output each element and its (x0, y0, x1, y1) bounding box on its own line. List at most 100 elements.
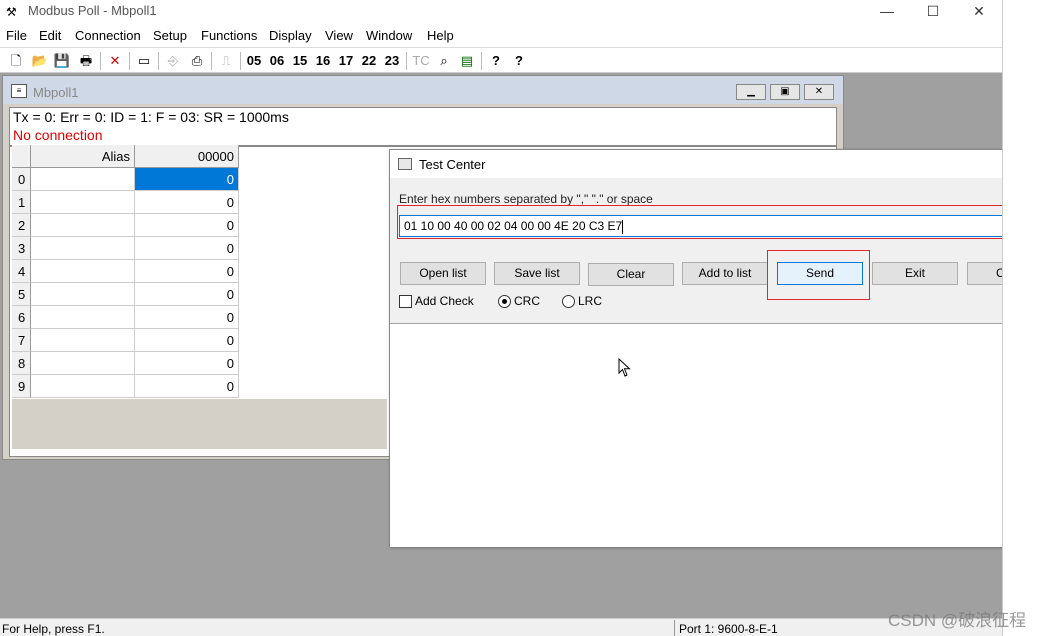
value-cell[interactable]: 0 (135, 329, 239, 352)
alias-column-header[interactable]: Alias (31, 145, 135, 168)
row-index: 1 (12, 191, 31, 214)
open-folder-icon[interactable]: 📂 (30, 51, 50, 71)
value-cell[interactable]: 0 (135, 237, 239, 260)
watermark-text: CSDN @破浪征程 (888, 611, 1027, 630)
child-restore-button[interactable]: ▣ (770, 84, 800, 100)
alias-cell[interactable] (31, 329, 135, 352)
menu-display[interactable]: Display (269, 28, 312, 43)
fc-05-button[interactable]: 05 (244, 51, 264, 71)
table-row[interactable]: 5 0 (12, 283, 239, 306)
window-title: Modbus Poll - Mbpoll1 (28, 3, 157, 18)
menu-functions[interactable]: Functions (201, 28, 257, 43)
dialog-title-bar: Test Center ✕ (390, 150, 1052, 178)
toolbar-separator (240, 52, 241, 70)
maximize-button[interactable]: ☐ (910, 0, 956, 24)
table-row[interactable]: 4 0 (12, 260, 239, 283)
menu-view[interactable]: View (325, 28, 353, 43)
hex-prompt-label: Enter hex numbers separated by "," "." o… (399, 192, 653, 206)
fc-16-button[interactable]: 16 (313, 51, 333, 71)
fc-15-button[interactable]: 15 (290, 51, 310, 71)
help-icon[interactable]: ? (486, 51, 506, 71)
row-index: 0 (12, 168, 31, 191)
value-cell[interactable]: 0 (135, 168, 239, 191)
add-to-list-button[interactable]: Add to list (682, 262, 768, 285)
save-disk-icon[interactable]: 💾 (52, 51, 72, 71)
toolbar-separator (211, 52, 212, 70)
address-column-header[interactable]: 00000 (135, 145, 239, 168)
menu-window[interactable]: Window (366, 28, 412, 43)
alias-cell[interactable] (31, 352, 135, 375)
table-row[interactable]: 9 0 (12, 375, 239, 398)
child-minimize-button[interactable]: ▁ (736, 84, 766, 100)
row-index: 9 (12, 375, 31, 398)
fc-23-button[interactable]: 23 (382, 51, 402, 71)
fc-06-button[interactable]: 06 (267, 51, 287, 71)
new-file-icon[interactable]: 🗋 (6, 51, 26, 71)
menu-edit[interactable]: Edit (39, 28, 61, 43)
value-cell[interactable]: 0 (135, 191, 239, 214)
whats-this-icon[interactable]: ? (509, 51, 529, 71)
value-cell[interactable]: 0 (135, 283, 239, 306)
hex-input-combo[interactable]: 01 10 00 40 00 02 04 00 00 4E 20 C3 E7 (399, 215, 1051, 237)
value-cell[interactable]: 0 (135, 260, 239, 283)
value-cell[interactable]: 0 (135, 375, 239, 398)
value-cell[interactable]: 0 (135, 306, 239, 329)
traffic-monitor-icon[interactable]: ⌕ (434, 51, 454, 71)
menu-help[interactable]: Help (427, 28, 454, 43)
row-index: 6 (12, 306, 31, 329)
menu-file[interactable]: File (6, 28, 27, 43)
table-row[interactable]: 7 0 (12, 329, 239, 352)
read-write-icon[interactable]: ⎙ (187, 51, 207, 71)
radio-button[interactable] (562, 295, 575, 308)
table-row[interactable]: 8 0 (12, 352, 239, 375)
table-row[interactable]: 6 0 (12, 306, 239, 329)
fc-17-button[interactable]: 17 (336, 51, 356, 71)
connect-icon[interactable]: ⎆ (163, 51, 183, 71)
table-row[interactable]: 3 0 (12, 237, 239, 260)
delete-x-icon[interactable]: ✕ (105, 51, 125, 71)
alias-cell[interactable] (31, 260, 135, 283)
hex-input-value: 01 10 00 40 00 02 04 00 00 4E 20 C3 E7 (404, 219, 623, 233)
menu-bar: File Edit Connection Setup Functions Dis… (0, 26, 1002, 46)
text-caret (622, 219, 624, 234)
child-title: Mbpoll1 (33, 85, 79, 100)
alias-cell[interactable] (31, 168, 135, 191)
child-close-button[interactable]: ✕ (804, 84, 834, 100)
alias-cell[interactable] (31, 306, 135, 329)
value-cell[interactable]: 0 (135, 214, 239, 237)
table-row[interactable]: 2 0 (12, 214, 239, 237)
row-index: 5 (12, 283, 31, 306)
close-button[interactable]: ✕ (956, 0, 1002, 24)
help-hint: For Help, press F1. (2, 622, 105, 636)
window-icon[interactable]: ▭ (134, 51, 154, 71)
alias-cell[interactable] (31, 214, 135, 237)
radio-button[interactable] (498, 295, 511, 308)
save-list-button[interactable]: Save list (494, 262, 580, 285)
alias-cell[interactable] (31, 375, 135, 398)
grid-empty-area (12, 399, 387, 449)
exit-button[interactable]: Exit (872, 262, 958, 285)
table-row[interactable]: 0 0 (12, 168, 239, 191)
value-cell[interactable]: 0 (135, 352, 239, 375)
menu-setup[interactable]: Setup (153, 28, 187, 43)
chart-icon[interactable]: ▤ (457, 51, 477, 71)
row-index: 4 (12, 260, 31, 283)
test-center-button[interactable]: TC (411, 51, 431, 71)
alias-cell[interactable] (31, 237, 135, 260)
fc-22-button[interactable]: 22 (359, 51, 379, 71)
alias-cell[interactable] (31, 191, 135, 214)
child-title-bar: ≡ Mbpoll1 ▁ ▣ ✕ (3, 76, 843, 104)
row-index: 7 (12, 329, 31, 352)
modbus-app-icon: ⚒ (6, 5, 17, 19)
alias-cell[interactable] (31, 283, 135, 306)
minimize-button[interactable]: — (864, 0, 910, 24)
clear-button[interactable]: Clear (588, 263, 674, 286)
dialog-window-icon (398, 158, 412, 170)
open-list-button[interactable]: Open list (400, 262, 486, 285)
checkbox-box[interactable] (399, 295, 412, 308)
print-icon[interactable]: 🖶 (76, 51, 96, 71)
traffic-output-area[interactable] (390, 324, 1052, 547)
menu-connection[interactable]: Connection (75, 28, 141, 43)
single-shot-icon[interactable]: ⎍ (216, 51, 236, 71)
table-row[interactable]: 1 0 (12, 191, 239, 214)
